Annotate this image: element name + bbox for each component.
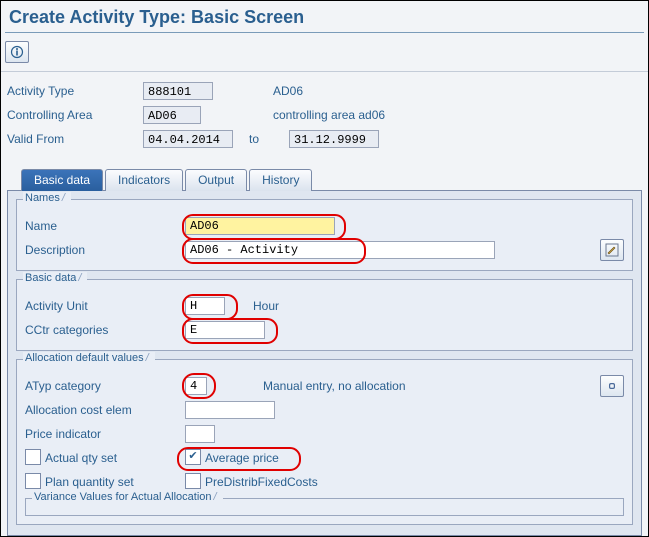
atyp-text: Manual entry, no allocation bbox=[207, 379, 406, 393]
activity-type-text: AD06 bbox=[213, 84, 303, 98]
description-input[interactable] bbox=[185, 241, 495, 259]
actual-qty-wrap[interactable]: Actual qty set bbox=[25, 450, 185, 466]
tab-indicators[interactable]: Indicators bbox=[105, 169, 183, 191]
description-label: Description bbox=[25, 243, 185, 257]
tab-basic-data[interactable]: Basic data bbox=[21, 169, 103, 191]
predist-checkbox[interactable] bbox=[185, 473, 201, 489]
group-alloc: Allocation default values/ ATyp category… bbox=[16, 359, 633, 525]
predist-wrap[interactable]: PreDistribFixedCosts bbox=[185, 474, 318, 490]
group-variance-title: Variance Values for Actual Allocation/ bbox=[32, 491, 223, 503]
price-ind-input[interactable] bbox=[185, 425, 215, 443]
actual-qty-checkbox[interactable] bbox=[25, 449, 41, 465]
avg-price-label: Average price bbox=[205, 451, 279, 465]
avg-price-checkbox[interactable] bbox=[185, 449, 201, 465]
toolbar bbox=[1, 39, 648, 71]
cost-elem-input[interactable] bbox=[185, 401, 275, 419]
tab-panel-basic: Names/ Name Description Basic data/ Acti… bbox=[7, 190, 642, 536]
group-variance: Variance Values for Actual Allocation/ bbox=[25, 498, 624, 516]
alloc-link-button[interactable] bbox=[600, 375, 624, 397]
tab-output[interactable]: Output bbox=[185, 169, 247, 191]
info-button[interactable] bbox=[5, 41, 29, 63]
toolbar-rule bbox=[1, 71, 648, 72]
atyp-label: ATyp category bbox=[25, 379, 185, 393]
controlling-area-text: controlling area ad06 bbox=[201, 108, 385, 122]
price-ind-label: Price indicator bbox=[25, 427, 185, 441]
page-title: Create Activity Type: Basic Screen bbox=[1, 1, 648, 32]
group-names-title: Names/ bbox=[23, 192, 71, 204]
info-icon bbox=[10, 45, 24, 59]
valid-to-value: 31.12.9999 bbox=[289, 130, 379, 148]
atyp-input[interactable] bbox=[185, 377, 207, 395]
cctr-input[interactable] bbox=[185, 321, 265, 339]
activity-unit-label: Activity Unit bbox=[25, 299, 185, 313]
title-rule bbox=[5, 32, 644, 33]
group-alloc-title: Allocation default values/ bbox=[23, 352, 155, 364]
pencil-icon bbox=[605, 243, 619, 257]
plan-qty-checkbox[interactable] bbox=[25, 473, 41, 489]
activity-type-label: Activity Type bbox=[7, 84, 143, 98]
activity-unit-input[interactable] bbox=[185, 297, 225, 315]
predist-label: PreDistribFixedCosts bbox=[205, 475, 318, 489]
group-basic: Basic data/ Activity Unit Hour CCtr cate… bbox=[16, 279, 633, 351]
actual-qty-label: Actual qty set bbox=[45, 451, 117, 465]
cctr-label: CCtr categories bbox=[25, 323, 185, 337]
activity-unit-text: Hour bbox=[225, 299, 279, 313]
long-text-button[interactable] bbox=[600, 239, 624, 261]
controlling-area-value: AD06 bbox=[143, 106, 201, 124]
controlling-area-label: Controlling Area bbox=[7, 108, 143, 122]
name-label: Name bbox=[25, 219, 185, 233]
group-names: Names/ Name Description bbox=[16, 199, 633, 271]
chain-icon bbox=[605, 379, 619, 393]
group-basic-title: Basic data/ bbox=[23, 272, 87, 284]
name-input[interactable] bbox=[185, 217, 335, 235]
cost-elem-label: Allocation cost elem bbox=[25, 403, 185, 417]
activity-type-value: 888101 bbox=[143, 82, 213, 100]
plan-qty-label: Plan quantity set bbox=[45, 475, 134, 489]
plan-qty-wrap[interactable]: Plan quantity set bbox=[25, 474, 185, 490]
valid-from-label: Valid From bbox=[7, 132, 143, 146]
tab-history[interactable]: History bbox=[249, 169, 312, 191]
tabstrip: Basic data Indicators Output History bbox=[1, 168, 648, 190]
header: Activity Type 888101 AD06 Controlling Ar… bbox=[1, 78, 648, 158]
avg-price-wrap[interactable]: Average price bbox=[185, 450, 279, 466]
valid-from-value: 04.04.2014 bbox=[143, 130, 233, 148]
valid-to-label: to bbox=[233, 132, 289, 146]
